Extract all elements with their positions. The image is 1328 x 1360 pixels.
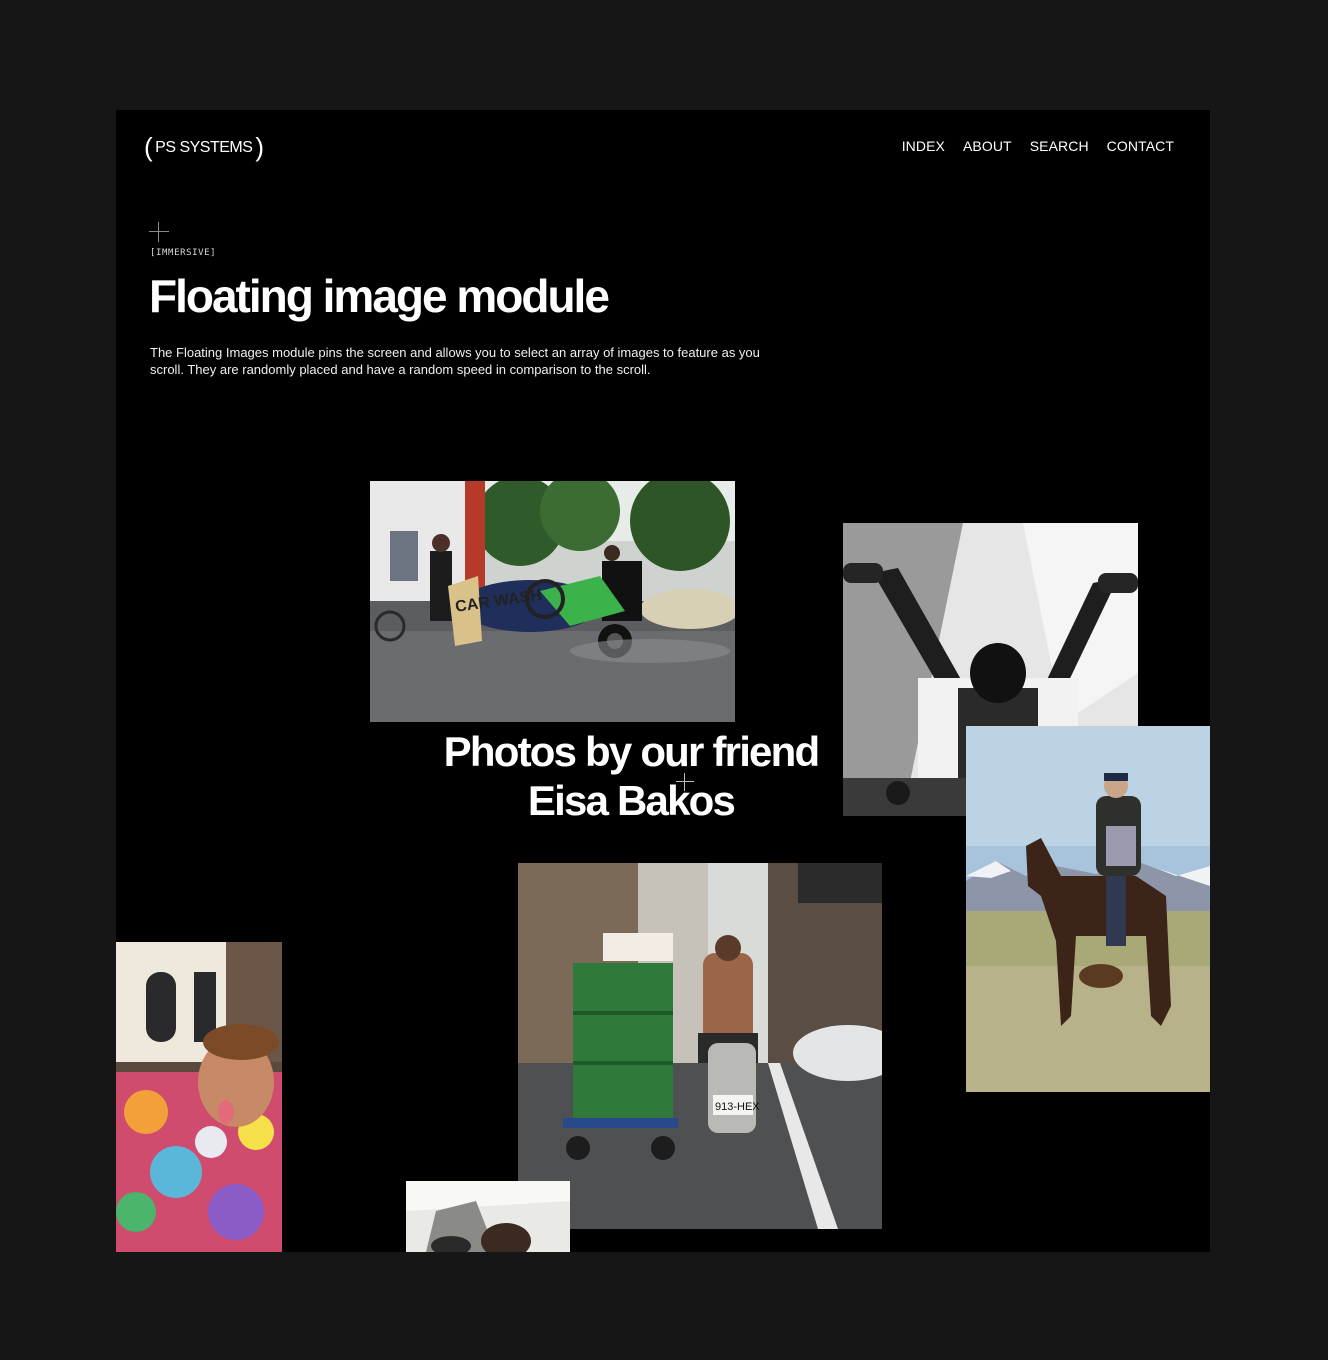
license-plate-text: 913-HEX: [715, 1101, 760, 1113]
logo-bracket-left: (: [144, 131, 153, 162]
feature-heading-line-2: Eisa Bakos: [527, 777, 736, 824]
feature-heading-line-1: Photos by our friend: [443, 728, 820, 775]
nav-contact[interactable]: CONTACT: [1107, 138, 1174, 154]
logo-text: PS SYSTEMS: [155, 139, 253, 156]
feature-heading: Photos by our friend Eisa Bakos: [416, 727, 846, 825]
main-nav: INDEX ABOUT SEARCH CONTACT: [902, 138, 1174, 154]
nav-about[interactable]: ABOUT: [963, 138, 1012, 154]
nav-search[interactable]: SEARCH: [1030, 138, 1089, 154]
photo-market-street: 913-HEX: [518, 863, 882, 1229]
page-frame: ( PS SYSTEMS ) INDEX ABOUT SEARCH CONTAC…: [116, 110, 1210, 1252]
logo-bracket-right: ): [255, 131, 264, 162]
section-tag: [IMMERSIVE]: [150, 248, 217, 258]
plus-icon: [149, 222, 169, 242]
photo-car-wash: CAR WASH: [370, 481, 735, 722]
photo-horse-rider: [966, 726, 1210, 1092]
page-description: The Floating Images module pins the scre…: [150, 345, 760, 377]
logo[interactable]: ( PS SYSTEMS ): [144, 134, 264, 162]
photo-colorful-shirt: [116, 942, 282, 1252]
cursor-plus-icon: [676, 773, 694, 791]
nav-index[interactable]: INDEX: [902, 138, 945, 154]
page-title: Floating image module: [149, 270, 610, 322]
photo-car-interior: [406, 1181, 570, 1252]
